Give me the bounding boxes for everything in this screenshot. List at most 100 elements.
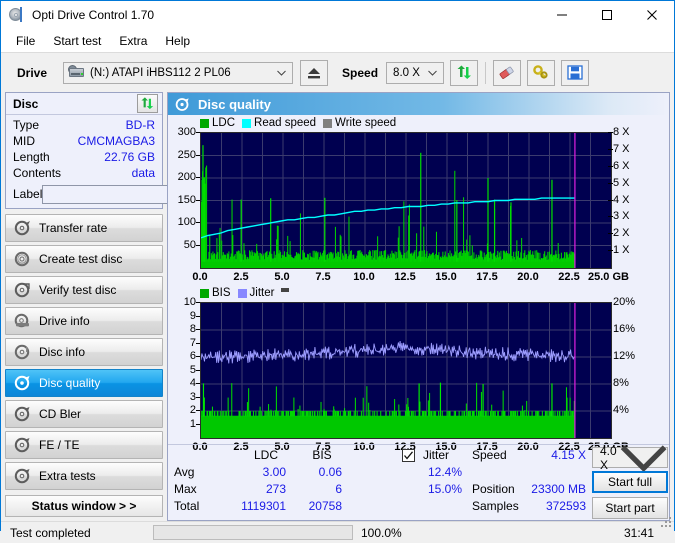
- axis-tick-label: 15.0: [435, 271, 457, 283]
- sidebar-item-transfer-rate[interactable]: Transfer rate: [5, 214, 163, 242]
- sidebar-item-label: Disc info: [39, 345, 86, 359]
- axis-tick-label: 7: [189, 336, 196, 349]
- statistics-panel: LDC BIS Avg Max Total 3.00 273 1119301 0…: [168, 444, 669, 520]
- sidebar-item-extra-tests[interactable]: Extra tests: [5, 462, 163, 490]
- disc-property-key: Contents: [13, 166, 62, 180]
- axis-tick-label: 150: [177, 193, 196, 206]
- refresh-button[interactable]: [450, 59, 479, 86]
- stats-header-ldc: LDC: [253, 448, 278, 462]
- disc-info-icon: [14, 344, 31, 360]
- disc-label-row: Label: [13, 184, 247, 204]
- resize-grip[interactable]: [659, 515, 671, 527]
- axis-tick-label: 22.5: [558, 271, 580, 283]
- axis-tick-label: 20%: [613, 296, 636, 308]
- axis-tick-label: 2: [189, 404, 196, 416]
- sidebar-item-create-test-disc[interactable]: Create test disc: [5, 245, 163, 273]
- sidebar-item-label: Create test disc: [39, 252, 123, 266]
- start-full-button[interactable]: Start full: [592, 471, 668, 493]
- ldc-chart-legend: LDC Read speed Write speed: [200, 117, 403, 129]
- sidebar-item-fe-te[interactable]: FE / TE: [5, 431, 163, 459]
- axis-tick-label: 4%: [613, 404, 629, 416]
- position-stat-value: 23300 MB: [531, 482, 586, 496]
- status-message: Test completed: [10, 525, 91, 540]
- legend-label: BIS: [212, 287, 231, 299]
- axis-tick-label: 8 X: [613, 126, 630, 138]
- axis-tick-label: 2 X: [613, 227, 630, 240]
- sidebar-item-drive-info[interactable]: Drive info: [5, 307, 163, 335]
- stats-bis-max: 6: [335, 482, 342, 496]
- chevron-down-icon: [428, 70, 437, 76]
- axis-tick-label: 100: [177, 216, 196, 228]
- panel-header: Disc quality: [168, 93, 669, 115]
- chevron-down-icon: [620, 445, 667, 472]
- axis-tick-label: 25.0 GB: [588, 271, 629, 283]
- sidebar-item-label: Disc quality: [39, 376, 101, 390]
- drive-select-value: (N:) ATAPI iHBS112 2 PL06: [90, 66, 231, 79]
- axis-tick-label: 7 X: [613, 142, 630, 155]
- disc-panel-title: Disc: [13, 96, 39, 111]
- legend-label: LDC: [212, 117, 236, 129]
- start-part-button[interactable]: Start part: [592, 497, 668, 519]
- axis-tick-label: 16%: [613, 323, 636, 335]
- axis-tick-label: 200: [177, 171, 196, 183]
- progress-bar: [153, 525, 353, 540]
- sidebar-item-label: Drive info: [39, 314, 90, 328]
- disc-property-key: MID: [13, 134, 35, 148]
- test-speed-select[interactable]: 4.0 X: [592, 444, 668, 472]
- refresh-arrows-icon: [457, 65, 471, 79]
- bis-plot-area: [200, 302, 612, 439]
- axis-tick-label: 6: [189, 350, 196, 362]
- save-button[interactable]: [561, 59, 590, 86]
- stats-bis-total: 20758: [308, 499, 342, 513]
- stats-jitter-max: 15.0%: [427, 482, 462, 496]
- axis-tick-label: 1: [189, 417, 196, 430]
- disc-properties: Type BD-R MID CMCMAGBA3 Length 22.76 GB …: [6, 115, 247, 208]
- axis-tick-label: 250: [177, 148, 196, 161]
- eject-button[interactable]: [300, 59, 329, 86]
- sidebar-item-disc-quality[interactable]: Disc quality: [5, 369, 163, 397]
- disc-refresh-button[interactable]: [137, 94, 158, 113]
- speed-select[interactable]: 8.0 X: [386, 61, 445, 84]
- eraser-icon: [499, 66, 514, 79]
- app-window: Opti Drive Control 1.70 File Start test …: [0, 0, 675, 543]
- window-title: Opti Drive Control 1.70: [32, 8, 155, 22]
- disc-property-mid: MID CMCMAGBA3: [13, 134, 155, 149]
- maximize-icon[interactable]: [584, 1, 629, 30]
- disc-property-contents: Contents data: [13, 166, 155, 181]
- axis-tick-label: 10.0: [353, 271, 375, 283]
- disc-property-type: Type BD-R: [13, 118, 155, 133]
- disc-property-value: data: [131, 166, 155, 180]
- disc-property-value: 22.76 GB: [104, 150, 155, 164]
- sidebar-item-cd-bler[interactable]: CD Bler: [5, 400, 163, 428]
- content-area: Disc Type BD-R MID CMCMAGBA3 Length 22.7…: [1, 92, 674, 521]
- axis-tick-label: 3 X: [613, 210, 630, 223]
- legend-label: Jitter: [249, 287, 275, 299]
- disc-property-value: BD-R: [125, 118, 155, 132]
- tools-button[interactable]: [527, 59, 556, 86]
- axis-tick-label: 1 X: [613, 244, 630, 257]
- axis-tick-label: 12%: [613, 350, 636, 362]
- close-icon[interactable]: [629, 1, 674, 30]
- axis-tick-label: 8%: [613, 377, 629, 389]
- jitter-checkbox[interactable]: [402, 449, 415, 462]
- sidebar-item-disc-info[interactable]: Disc info: [5, 338, 163, 366]
- sidebar: Disc Type BD-R MID CMCMAGBA3 Length 22.7…: [1, 92, 247, 521]
- window-controls: [539, 1, 674, 30]
- sidebar-item-label: FE / TE: [39, 438, 80, 452]
- menu-item-file[interactable]: File: [7, 31, 44, 51]
- erase-button[interactable]: [493, 59, 522, 86]
- sidebar-item-verify-test-disc[interactable]: Verify test disc: [5, 276, 163, 304]
- wrench-icon: [533, 65, 548, 79]
- ldc-plot-area: [200, 132, 612, 269]
- axis-tick-label: 8: [189, 323, 196, 335]
- menu-item-help[interactable]: Help: [156, 31, 199, 51]
- elapsed-time: 31:41: [623, 525, 654, 540]
- samples-stat-value: 372593: [545, 499, 586, 513]
- minimize-icon[interactable]: [539, 1, 584, 30]
- status-window-button[interactable]: Status window > >: [5, 495, 163, 517]
- menu-item-start-test[interactable]: Start test: [44, 31, 110, 51]
- drive-select[interactable]: (N:) ATAPI iHBS112 2 PL06: [63, 61, 294, 84]
- test-speed-value: 4.0 X: [600, 443, 617, 472]
- progress-percent: 100.0%: [361, 525, 402, 540]
- menu-item-extra[interactable]: Extra: [110, 31, 156, 51]
